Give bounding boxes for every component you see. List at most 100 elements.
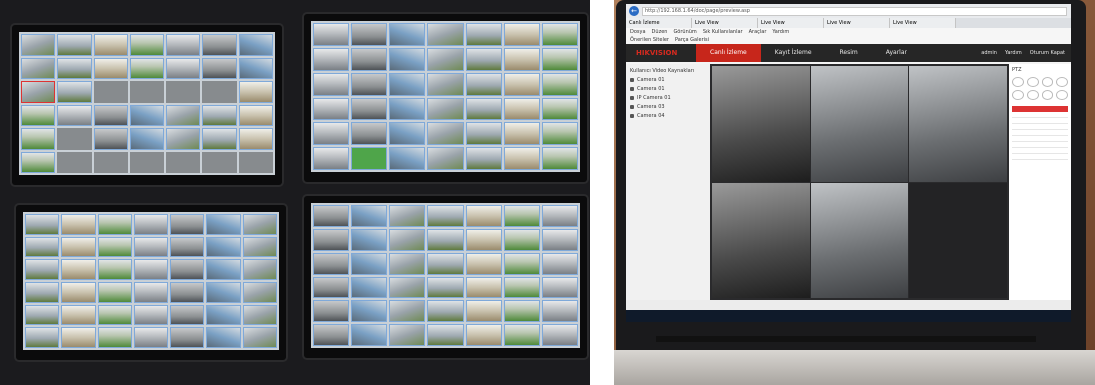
help-link[interactable]: Yardım: [1005, 50, 1022, 56]
camera-feed-tile: [389, 252, 426, 275]
camera-feed-tile: [313, 23, 350, 46]
user-links: admin Yardım Oturum Kapat: [981, 50, 1071, 56]
camera-feed-tile: [351, 324, 388, 346]
monitor-bottom-left: [16, 205, 286, 360]
camera-feed-tile: [389, 23, 426, 46]
favorite-link[interactable]: Parça Galerisi: [675, 36, 709, 44]
camera-feed-tile: [133, 214, 169, 235]
camera-feed-tile: [313, 47, 350, 71]
camera-feed-tile: [97, 214, 132, 235]
favorite-link[interactable]: Önerilen Siteler: [630, 36, 669, 44]
camera-item[interactable]: Camera 03: [630, 104, 706, 110]
tab-settings[interactable]: Ayarlar: [872, 44, 921, 62]
browser-tab[interactable]: Canlı İzleme: [626, 18, 692, 28]
camera-feed-tile: [61, 259, 96, 280]
user-link[interactable]: admin: [981, 50, 997, 56]
camera-feed-tile: [242, 214, 277, 235]
ptz-controls: [1012, 77, 1068, 100]
camera-feed-tile: [97, 327, 132, 348]
ptz-button[interactable]: [1041, 90, 1054, 100]
ptz-button[interactable]: [1056, 77, 1068, 87]
camera-feed-tile: [541, 47, 578, 71]
browser-tab[interactable]: Live View: [692, 18, 758, 28]
url-field[interactable]: http://192.168.1.64/doc/page/preview.asp: [642, 6, 1067, 16]
camera-feed-tile: [206, 281, 241, 303]
camera-feed-tile: [166, 151, 201, 173]
camera-feed-tile: [313, 324, 350, 346]
menu-item[interactable]: Yardım: [772, 28, 789, 36]
ptz-button[interactable]: [1041, 77, 1054, 87]
camera-feed-tile: [351, 205, 388, 227]
camera-feed-tile: [389, 72, 426, 96]
camera-feed-tile: [170, 236, 205, 258]
live-view-grid[interactable]: [710, 64, 1009, 300]
ptz-button[interactable]: [1056, 90, 1068, 100]
video-cell[interactable]: [909, 182, 1007, 298]
tab-playback[interactable]: Kayıt İzleme: [761, 44, 826, 62]
camera-feed-tile: [170, 304, 205, 326]
app-body: Kullanıcı Video Kaynakları Camera 01 Cam…: [626, 64, 1071, 300]
camera-feed-tile: [238, 81, 273, 103]
camera-feed-tile: [93, 57, 128, 79]
camera-item[interactable]: Camera 01: [630, 86, 706, 92]
camera-feed-tile: [503, 300, 540, 323]
tab-live-view[interactable]: Canlı İzleme: [696, 44, 761, 62]
preset-row[interactable]: [1012, 154, 1068, 160]
camera-feed-tile: [465, 47, 502, 71]
camera-feed-tile: [97, 304, 132, 326]
camera-feed-tile: [427, 276, 464, 299]
camera-item[interactable]: Camera 01: [630, 77, 706, 83]
camera-feed-tile: [25, 259, 60, 280]
camera-feed-tile: [93, 81, 128, 103]
menu-item[interactable]: Dosya: [630, 28, 646, 36]
camera-feed-tile: [541, 228, 578, 251]
video-cell[interactable]: [810, 66, 909, 182]
camera-feed-tile: [351, 97, 388, 121]
browser-tab[interactable]: Live View: [758, 18, 824, 28]
ptz-panel: PTZ: [1009, 64, 1071, 300]
back-arrow-icon[interactable]: ←: [629, 6, 639, 16]
menu-item[interactable]: Sık Kullanılanlar: [703, 28, 743, 36]
camera-label: IP Camera 01: [637, 95, 671, 101]
ptz-button[interactable]: [1012, 90, 1024, 100]
camera-feed-tile: [313, 252, 350, 275]
camera-feed-tile: [465, 276, 502, 299]
camera-feed-tile: [389, 205, 426, 227]
camera-feed-tile: [129, 57, 165, 79]
video-cell[interactable]: [712, 182, 810, 298]
camera-feed-tile: [57, 104, 92, 126]
video-cell[interactable]: [909, 66, 1007, 182]
browser-tab[interactable]: Live View: [890, 18, 956, 28]
video-cell[interactable]: [712, 66, 810, 182]
camera-item[interactable]: Camera 04: [630, 113, 706, 119]
tab-picture[interactable]: Resim: [826, 44, 872, 62]
camera-feed-tile: [351, 252, 388, 275]
view-toolbar[interactable]: [626, 300, 1071, 310]
camera-feed-tile: [93, 151, 128, 173]
camera-feed-tile: [503, 72, 540, 96]
menu-item[interactable]: Araçlar: [749, 28, 767, 36]
camera-feed-tile: [21, 57, 56, 79]
camera-feed-tile: [351, 276, 388, 299]
camera-feed-tile: [238, 128, 273, 150]
menu-item[interactable]: Görünüm: [673, 28, 696, 36]
video-cell[interactable]: [810, 182, 909, 298]
ptz-button[interactable]: [1026, 90, 1039, 100]
app-header: HIKVISION Canlı İzleme Kayıt İzleme Resi…: [626, 44, 1071, 62]
camera-feed-tile: [427, 300, 464, 323]
camera-feed-tile: [313, 228, 350, 251]
camera-feed-tile: [242, 236, 277, 258]
camera-feed-tile: [503, 324, 540, 346]
camera-item[interactable]: IP Camera 01: [630, 95, 706, 101]
camera-feed-tile: [503, 147, 540, 170]
camera-feed-tile: [503, 205, 540, 227]
ptz-button[interactable]: [1012, 77, 1024, 87]
logout-link[interactable]: Oturum Kapat: [1030, 50, 1065, 56]
browser-menu: Dosya Düzen Görünüm Sık Kullanılanlar Ar…: [626, 28, 1071, 36]
menu-item[interactable]: Düzen: [652, 28, 668, 36]
windows-taskbar[interactable]: [626, 310, 1071, 322]
camera-feed-tile: [202, 151, 237, 173]
ptz-button[interactable]: [1026, 77, 1039, 87]
browser-tab[interactable]: Live View: [824, 18, 890, 28]
camera-feed-tile: [465, 228, 502, 251]
